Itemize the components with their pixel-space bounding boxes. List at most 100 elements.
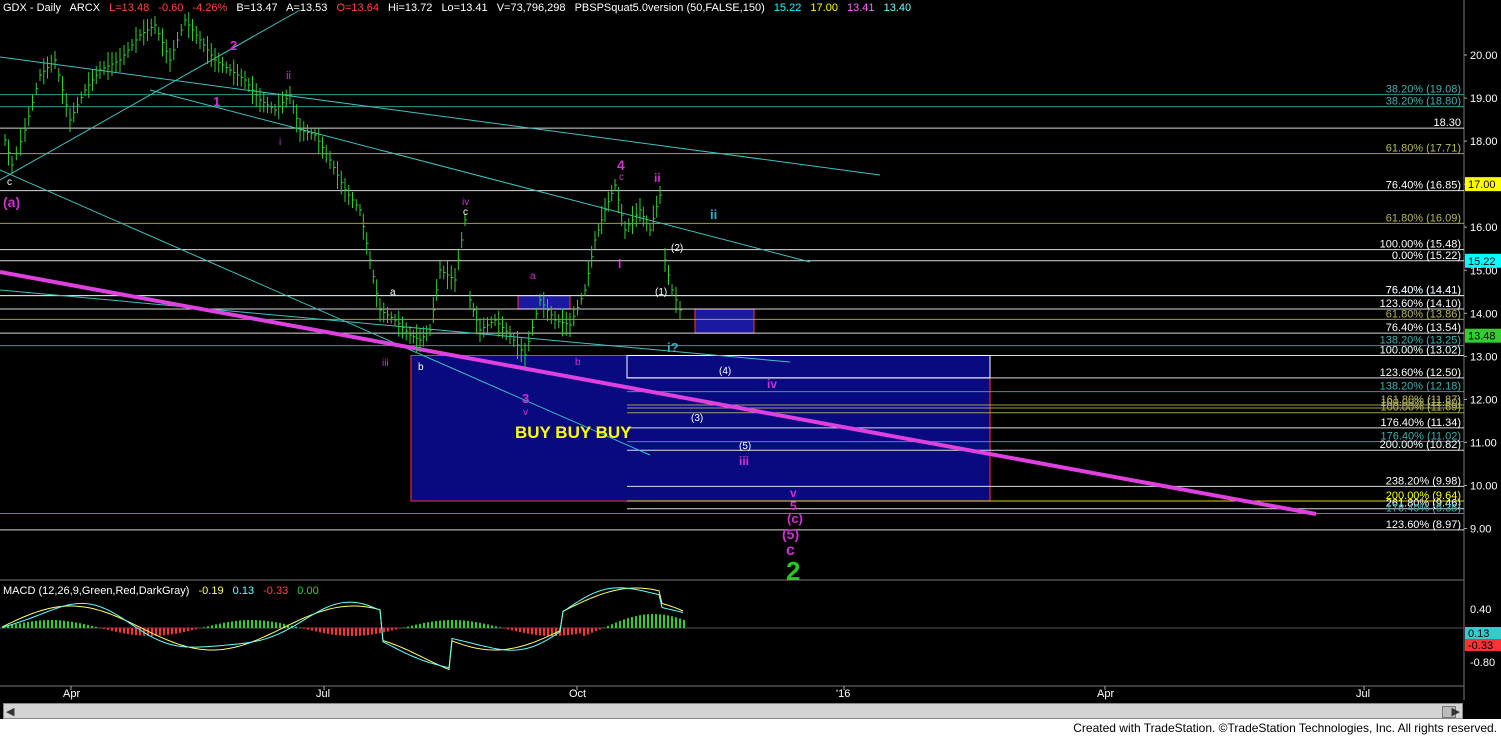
macd-y-tick: -0.80	[1470, 657, 1495, 669]
fib-level-label: 176.40% (9.35)	[1386, 502, 1461, 514]
wave-label: iii	[382, 358, 389, 369]
y-tick-label: 9.00	[1470, 524, 1491, 536]
macd-value-4: 0.00	[297, 585, 319, 597]
wave-label: ii	[286, 70, 291, 82]
fib-level-label: 138.20% (12.18)	[1380, 381, 1461, 393]
wave-label: 4	[617, 157, 625, 173]
fib-level-label: 76.40% (16.85)	[1386, 180, 1461, 192]
fib-level-label: 0.00% (15.22)	[1392, 250, 1461, 262]
low-price: Lo=13.41	[441, 2, 488, 14]
wave-label: ii	[710, 207, 717, 222]
change-value: -0.60	[158, 2, 184, 14]
fib-level-label: 76.40% (13.54)	[1386, 322, 1461, 334]
y-tick-label: 11.00	[1470, 437, 1497, 449]
price-tag-label: 13.48	[1468, 331, 1496, 343]
y-tick-label: 19.00	[1470, 93, 1498, 105]
wave-label: a	[390, 287, 396, 298]
fib-level-label: 176.40% (11.34)	[1380, 417, 1461, 429]
x-tick-label: Apr	[63, 688, 80, 700]
price-chart[interactable]: 38.20% (19.08)38.20% (18.80) 18.30 61.80% …	[0, 0, 1501, 736]
price-tag-label: 17.00	[1468, 179, 1496, 191]
indicator-name: PBSPSquat5.0version (50,FALSE,150)	[574, 2, 765, 14]
wave-label: iii	[739, 454, 749, 468]
macd-hist-tag-label: -0.33	[1468, 640, 1493, 652]
change-pct: -4.26%	[192, 2, 228, 14]
wave-label: b	[418, 362, 424, 373]
chart-header: GDX - Daily ARCX L=13.48 -0.60 -4.26% B=…	[3, 2, 917, 14]
wave-label: i?	[667, 340, 679, 355]
horizontal-scrollbar[interactable]: ◀ ▶	[3, 703, 1463, 719]
target-box-small	[694, 308, 755, 334]
x-tick-label: '16	[836, 688, 850, 700]
high-price: Hi=13.72	[388, 2, 433, 14]
ask-price: A=13.53	[286, 2, 328, 14]
y-tick-label: 18.00	[1470, 136, 1498, 148]
macd-y-tick: 0.40	[1470, 604, 1491, 616]
wave-label: v	[790, 486, 797, 500]
wave-label: a	[530, 271, 536, 282]
indicator-value-3: 13.41	[847, 2, 875, 14]
wave-label: (4)	[719, 366, 731, 377]
x-tick-label: Apr	[1097, 688, 1114, 700]
indicator-value-4: 13.40	[883, 2, 912, 14]
scroll-left-icon[interactable]: ◀	[6, 705, 14, 718]
bid-price: B=13.47	[236, 2, 278, 14]
symbol-label: GDX - Daily	[3, 2, 62, 14]
fib-level-label: 61.80% (17.71)	[1386, 143, 1461, 155]
macd-value-1: -0.19	[198, 585, 224, 597]
macd-label: MACD (12,26,9,Green,Red,DarkGray)	[3, 585, 190, 597]
wave-label: (c)	[787, 511, 803, 526]
wave-label: i	[279, 137, 281, 148]
fib-level-label: 200.00% (10.82)	[1380, 439, 1461, 451]
y-tick-label: 14.00	[1470, 308, 1498, 320]
wave-label: (5)	[739, 441, 751, 452]
fib-level-label: 61.80% (16.09)	[1386, 212, 1461, 224]
wave-label: c	[463, 207, 468, 218]
fib-level-label: 123.60% (12.50)	[1380, 367, 1461, 379]
fib-level-label: 100.00% (11.69)	[1380, 402, 1461, 414]
macd-value-3: -0.33	[263, 585, 289, 597]
fib-level-label: 61.80% (13.86)	[1386, 308, 1461, 320]
wave-label: (1)	[655, 287, 667, 298]
wave-label: c	[7, 177, 12, 188]
wave-label: i	[618, 257, 621, 271]
wave-label: BUY BUY BUY	[515, 423, 632, 442]
macd-signal-tag-label: 0.13	[1468, 628, 1489, 640]
wave-label: (5)	[782, 526, 799, 542]
fib-level-label: 38.20% (18.80)	[1386, 96, 1461, 108]
fib-level-label: 76.40% (14.41)	[1386, 285, 1461, 297]
fib-level-label: 238.20% (9.98)	[1386, 475, 1461, 487]
wave-label: (a)	[3, 194, 20, 210]
wave-label: ii	[654, 171, 661, 185]
wave-label: 2	[786, 556, 800, 586]
indicator-value-1: 15.22	[773, 2, 802, 14]
macd-header: MACD (12,26,9,Green,Red,DarkGray) -0.19 …	[3, 585, 325, 597]
wave-label: 3	[522, 391, 529, 406]
wave-label: iv	[767, 377, 777, 391]
y-tick-label: 10.00	[1470, 481, 1498, 493]
wave-label: (2)	[671, 243, 683, 254]
footer-credit: Created with TradeStation. ©TradeStation…	[0, 720, 1497, 736]
macd-value-2: 0.13	[232, 585, 255, 597]
wave-label: 2	[230, 38, 237, 53]
indicator-value-2: 17.00	[810, 2, 838, 14]
scroll-right-icon[interactable]: ▶	[1452, 705, 1460, 718]
wave-label: v	[523, 407, 528, 418]
fib-level-label: 18.30	[1433, 117, 1461, 129]
x-tick-label: Jul	[1356, 688, 1370, 700]
y-tick-label: 12.00	[1470, 394, 1498, 406]
price-tag-label: 15.22	[1468, 256, 1496, 268]
wave-label: 1	[213, 94, 220, 109]
wave-label: c	[619, 172, 624, 183]
x-tick-label: Jul	[316, 688, 330, 700]
x-tick-label: Oct	[569, 688, 586, 700]
y-tick-label: 13.00	[1470, 351, 1498, 363]
fib-level-label: 100.00% (13.02)	[1380, 344, 1461, 356]
wave-label: (3)	[691, 413, 703, 424]
fib-level-label: 123.60% (8.97)	[1386, 519, 1461, 531]
wave-label: b	[575, 357, 581, 368]
y-tick-label: 20.00	[1470, 50, 1498, 62]
open-price: O=13.64	[336, 2, 379, 14]
fib-level-label: 38.20% (19.08)	[1386, 84, 1461, 96]
volume-value: V=73,796,298	[496, 2, 566, 14]
